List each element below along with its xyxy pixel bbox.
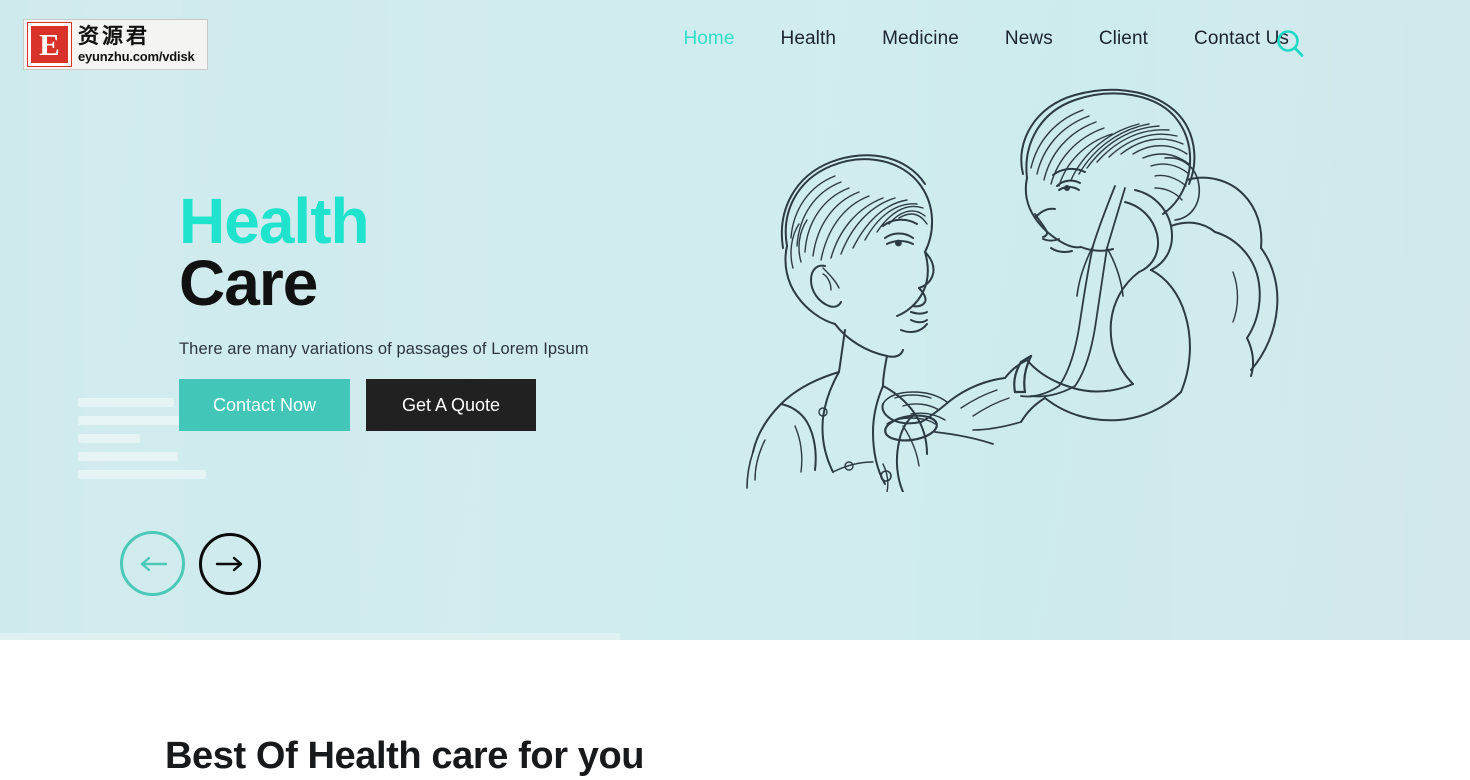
hero-title-line-1: Health: [179, 185, 370, 257]
contact-now-button[interactable]: Contact Now: [179, 379, 350, 431]
nav-item-medicine[interactable]: Medicine: [859, 28, 982, 50]
arrow-left-icon: [140, 556, 167, 571]
main-navigation: Home Health Medicine News Client Contact…: [660, 28, 1312, 50]
hero-copy: Health Care There are many variations of…: [179, 185, 589, 359]
nav-item-home[interactable]: Home: [660, 28, 757, 50]
get-a-quote-button[interactable]: Get A Quote: [366, 379, 536, 431]
logo-text-block: 资源君 eyunzhu.com/vdisk: [78, 24, 195, 64]
watermark-bar: [78, 416, 188, 425]
section-heading: Best Of Health care for you: [165, 735, 645, 777]
watermark-bar: [78, 452, 178, 461]
hero-title: Health Care: [179, 185, 589, 319]
carousel-controls: [120, 531, 261, 596]
hero-illustration: [735, 62, 1300, 493]
below-hero-section: Best Of Health care for you: [0, 640, 1470, 780]
search-button[interactable]: [1273, 27, 1307, 61]
hero-title-line-2: Care: [179, 247, 318, 319]
hero-subtitle: There are many variations of passages of…: [179, 340, 589, 358]
logo-mark-e: E: [27, 22, 72, 67]
watermark-bar: [78, 434, 140, 443]
hero-cta-group: Contact Now Get A Quote: [179, 379, 536, 431]
nav-item-client[interactable]: Client: [1076, 28, 1171, 50]
search-icon: [1277, 30, 1304, 57]
logo-url: eyunzhu.com/vdisk: [78, 49, 195, 64]
logo-chinese-name: 资源君: [78, 24, 150, 48]
nav-item-news[interactable]: News: [982, 28, 1076, 50]
carousel-prev-button[interactable]: [120, 531, 185, 596]
hero-bottom-edge: [0, 633, 620, 640]
watermark-bar: [78, 398, 174, 407]
page-root: Health Care There are many variations of…: [0, 0, 1470, 780]
nav-item-health[interactable]: Health: [758, 28, 860, 50]
arrow-right-icon: [215, 556, 243, 571]
hero-section: Health Care There are many variations of…: [0, 0, 1470, 640]
carousel-next-button[interactable]: [199, 532, 261, 595]
watermark-bar: [78, 470, 206, 479]
site-header: E 资源君 eyunzhu.com/vdisk Home Health Medi…: [0, 0, 1470, 88]
site-logo[interactable]: E 资源君 eyunzhu.com/vdisk: [23, 19, 208, 70]
